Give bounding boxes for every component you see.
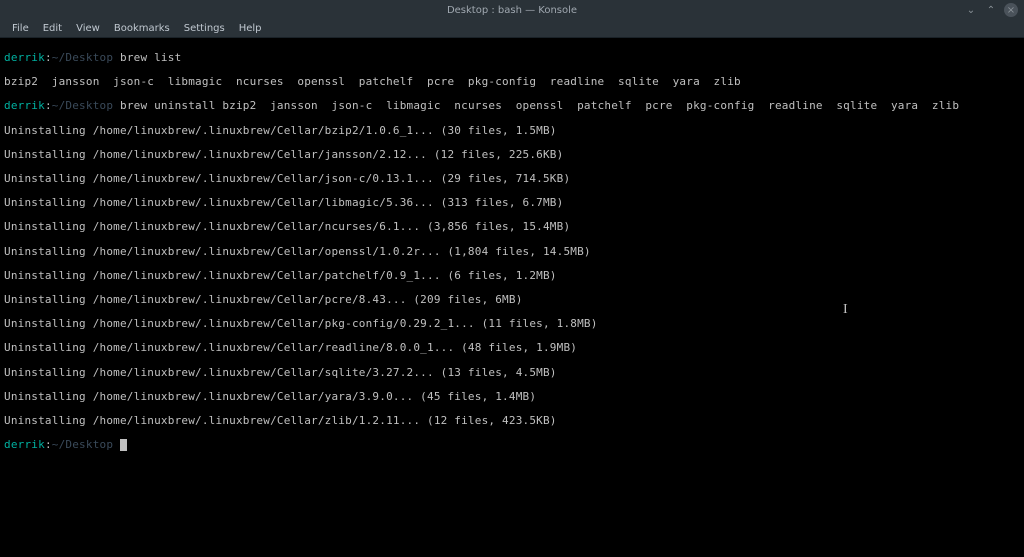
- output-line: Uninstalling /home/linuxbrew/.linuxbrew/…: [4, 246, 1020, 258]
- terminal-cursor: [120, 439, 127, 451]
- output-line: Uninstalling /home/linuxbrew/.linuxbrew/…: [4, 318, 1020, 330]
- output-line: Uninstalling /home/linuxbrew/.linuxbrew/…: [4, 221, 1020, 233]
- terminal-line: derrik:~/Desktop brew list: [4, 52, 1020, 64]
- output-line: Uninstalling /home/linuxbrew/.linuxbrew/…: [4, 270, 1020, 282]
- output-line: Uninstalling /home/linuxbrew/.linuxbrew/…: [4, 125, 1020, 137]
- minimize-icon[interactable]: ⌄: [964, 3, 978, 17]
- window-controls: ⌄ ⌃ ×: [964, 3, 1018, 17]
- menubar: File Edit View Bookmarks Settings Help: [0, 20, 1024, 38]
- prompt-path: ~/Desktop: [52, 438, 113, 451]
- output-list: bzip2 jansson json-c libmagic ncurses op…: [4, 76, 1020, 88]
- menu-help[interactable]: Help: [233, 21, 268, 36]
- window-title: Desktop : bash — Konsole: [447, 5, 577, 16]
- menu-file[interactable]: File: [6, 21, 35, 36]
- command-empty: [113, 438, 120, 451]
- close-icon[interactable]: ×: [1004, 3, 1018, 17]
- output-line: Uninstalling /home/linuxbrew/.linuxbrew/…: [4, 391, 1020, 403]
- menu-view[interactable]: View: [70, 21, 106, 36]
- command-text: brew list: [113, 51, 181, 64]
- output-line: Uninstalling /home/linuxbrew/.linuxbrew/…: [4, 197, 1020, 209]
- menu-edit[interactable]: Edit: [37, 21, 68, 36]
- maximize-icon[interactable]: ⌃: [984, 3, 998, 17]
- output-line: Uninstalling /home/linuxbrew/.linuxbrew/…: [4, 415, 1020, 427]
- prompt-path: ~/Desktop: [52, 99, 113, 112]
- terminal-line: derrik:~/Desktop: [4, 439, 1020, 451]
- window-titlebar: Desktop : bash — Konsole ⌄ ⌃ ×: [0, 0, 1024, 20]
- prompt-user: derrik: [4, 51, 45, 64]
- terminal-area[interactable]: derrik:~/Desktop brew list bzip2 jansson…: [0, 38, 1024, 465]
- menu-bookmarks[interactable]: Bookmarks: [108, 21, 176, 36]
- terminal-line: derrik:~/Desktop brew uninstall bzip2 ja…: [4, 100, 1020, 112]
- prompt-user: derrik: [4, 99, 45, 112]
- prompt-sep: :: [45, 438, 52, 451]
- prompt-user: derrik: [4, 438, 45, 451]
- text-cursor-icon: I: [843, 302, 848, 318]
- prompt-sep: :: [45, 51, 52, 64]
- output-line: Uninstalling /home/linuxbrew/.linuxbrew/…: [4, 173, 1020, 185]
- command-text: brew uninstall bzip2 jansson json-c libm…: [113, 99, 959, 112]
- output-line: Uninstalling /home/linuxbrew/.linuxbrew/…: [4, 149, 1020, 161]
- output-line: Uninstalling /home/linuxbrew/.linuxbrew/…: [4, 367, 1020, 379]
- prompt-sep: :: [45, 99, 52, 112]
- output-line: Uninstalling /home/linuxbrew/.linuxbrew/…: [4, 342, 1020, 354]
- menu-settings[interactable]: Settings: [178, 21, 231, 36]
- output-line: Uninstalling /home/linuxbrew/.linuxbrew/…: [4, 294, 1020, 306]
- prompt-path: ~/Desktop: [52, 51, 113, 64]
